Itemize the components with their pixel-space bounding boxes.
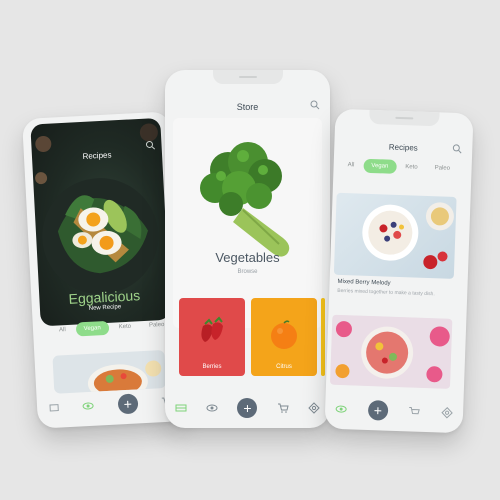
phone-notch bbox=[369, 109, 440, 127]
category-card-citrus[interactable]: Citrus bbox=[251, 298, 317, 376]
settings-icon[interactable] bbox=[441, 407, 453, 419]
filter-chips: All Vegan Keto Paleo bbox=[339, 158, 458, 176]
recipe-image-berry-bowl[interactable] bbox=[333, 192, 457, 279]
cart-icon[interactable] bbox=[277, 403, 289, 413]
bottom-nav: + bbox=[165, 388, 330, 428]
chip-paleo[interactable]: Paleo bbox=[426, 161, 458, 176]
add-button[interactable]: + bbox=[117, 393, 139, 415]
phone-recipes-right: Recipes All Vegan Keto Paleo Mixed Berry… bbox=[324, 108, 474, 434]
page-title: Store bbox=[236, 102, 259, 112]
fruit-bowl-image bbox=[329, 314, 453, 389]
category-card-berries[interactable]: Berries bbox=[179, 298, 245, 376]
eye-icon[interactable] bbox=[82, 401, 95, 412]
category-label: Berries bbox=[202, 364, 222, 370]
phone-recipes-left: Recipes Eggalicious New Recipe All Vegan… bbox=[21, 111, 187, 429]
strawberry-icon bbox=[201, 316, 223, 342]
orange-icon bbox=[271, 320, 297, 349]
bottom-nav: + bbox=[324, 389, 463, 434]
search-icon[interactable] bbox=[310, 100, 320, 110]
eye-icon[interactable] bbox=[335, 404, 347, 414]
add-button[interactable]: + bbox=[237, 398, 258, 418]
chip-vegan[interactable]: Vegan bbox=[75, 320, 110, 337]
cart-icon[interactable] bbox=[408, 406, 421, 416]
search-icon[interactable] bbox=[145, 140, 156, 151]
hero-recipe-card[interactable]: Recipes Eggalicious New Recipe bbox=[30, 117, 171, 327]
chip-keto[interactable]: Keto bbox=[110, 319, 139, 334]
berry-bowl-image bbox=[362, 202, 454, 270]
eye-icon[interactable] bbox=[206, 403, 218, 413]
category-label: Citrus bbox=[276, 364, 292, 370]
grid-icon[interactable] bbox=[49, 403, 60, 414]
phone-store-center: Store Vegetables Browse Berries Citrus + bbox=[165, 70, 330, 428]
settings-icon[interactable] bbox=[308, 402, 320, 414]
category-card-next[interactable] bbox=[321, 298, 325, 376]
chip-keto[interactable]: Keto bbox=[397, 160, 426, 175]
add-button[interactable]: + bbox=[367, 400, 389, 421]
chip-vegan[interactable]: Vegan bbox=[363, 158, 397, 174]
product-stage bbox=[173, 118, 322, 328]
recipe-title: Mixed Berry Melody bbox=[337, 278, 391, 287]
broccoli-image bbox=[200, 142, 290, 257]
section-subheading[interactable]: Browse bbox=[165, 269, 330, 275]
bottom-nav: + bbox=[36, 381, 186, 429]
grid-icon[interactable] bbox=[175, 403, 187, 413]
recipe-description: Berries mixed together to make a tasty d… bbox=[337, 287, 435, 298]
section-heading: Vegetables bbox=[215, 250, 280, 265]
search-icon[interactable] bbox=[452, 144, 462, 154]
chip-all[interactable]: All bbox=[339, 158, 362, 173]
recipe-image-fruit-bowl[interactable] bbox=[329, 314, 453, 389]
phone-notch bbox=[212, 70, 283, 84]
chip-all[interactable]: All bbox=[51, 323, 74, 338]
